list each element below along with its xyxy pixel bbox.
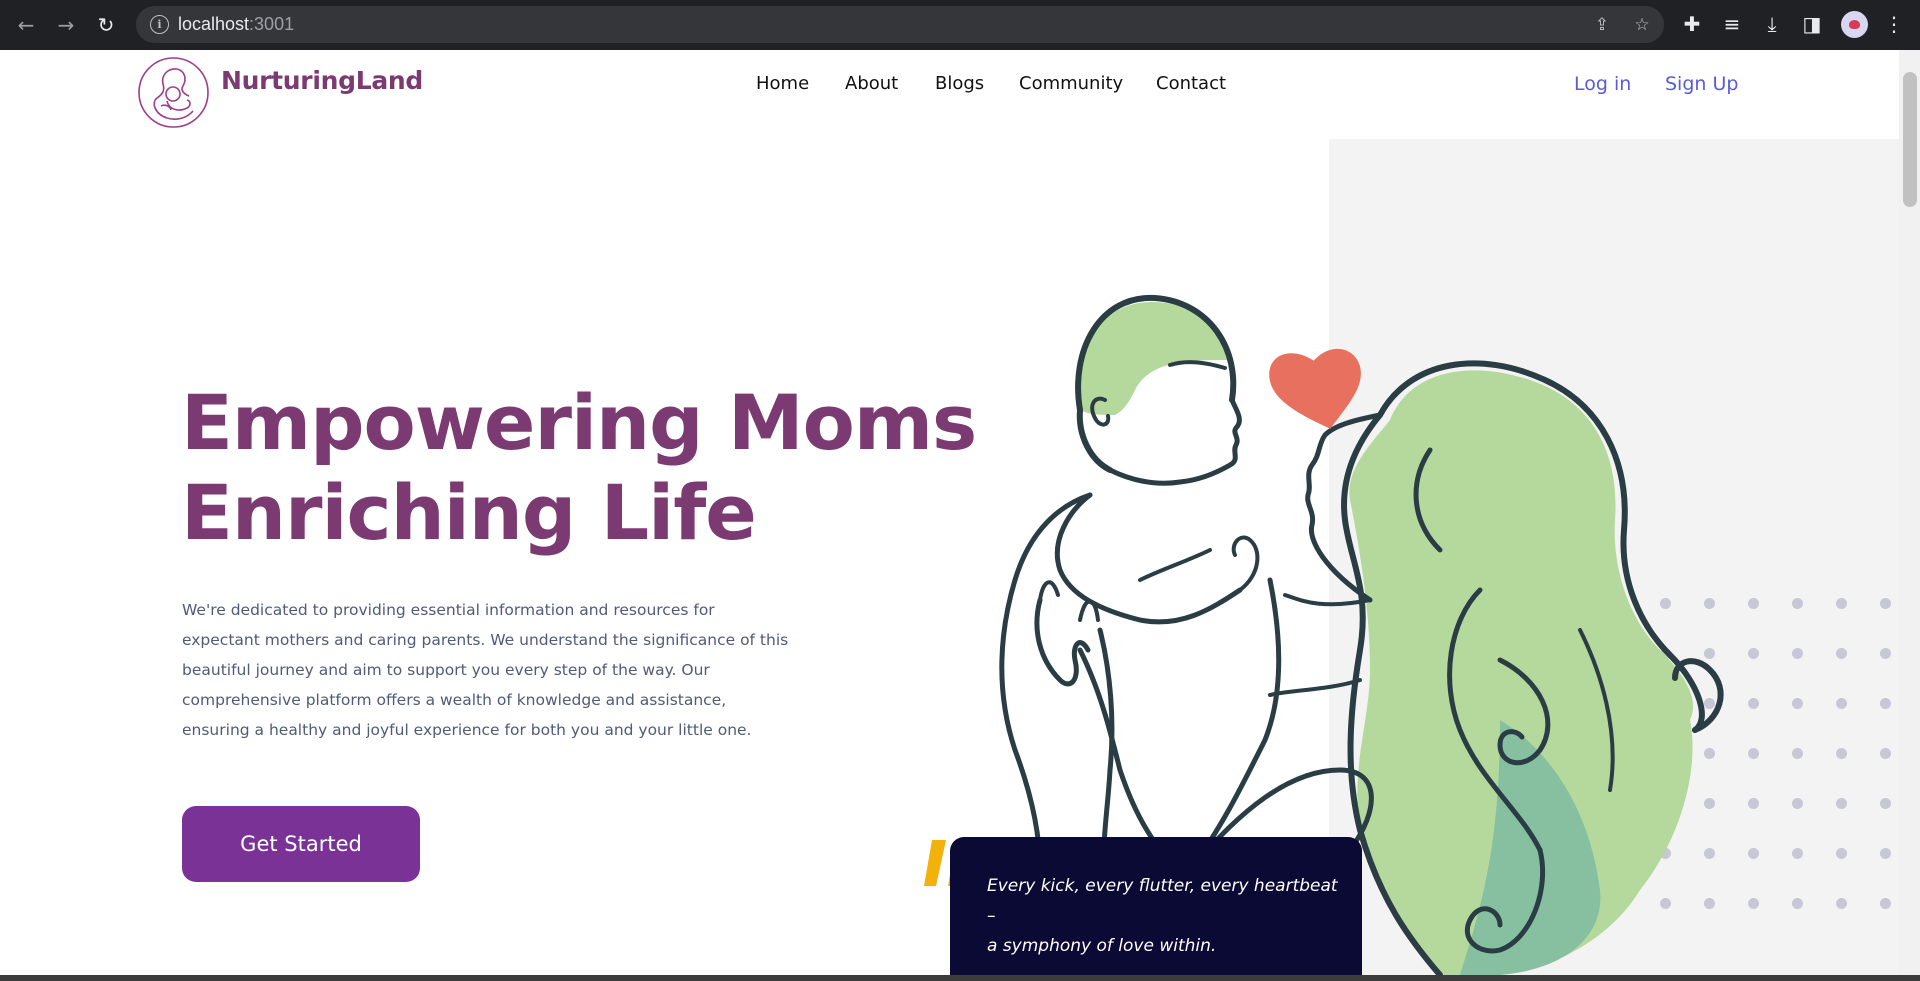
side-panel-icon[interactable]: ◨ (1800, 12, 1824, 36)
download-icon[interactable]: ⤓ (1760, 12, 1784, 36)
quote-line-2: a symphony of love within. (987, 936, 1217, 956)
profile-avatar[interactable] (1841, 11, 1868, 38)
scrollbar-thumb[interactable] (1903, 72, 1917, 207)
bookmark-star-icon[interactable]: ☆ (1632, 15, 1652, 35)
url-host: localhost (178, 14, 250, 34)
reload-icon[interactable]: ↻ (92, 11, 120, 39)
media-queue-icon[interactable]: ≡ (1720, 12, 1744, 36)
quote-line-1: Every kick, every flutter, every heartbe… (987, 876, 1338, 926)
address-bar[interactable]: i localhost:3001 ⇪ ☆ (136, 6, 1664, 43)
browser-toolbar: ← → ↻ i localhost:3001 ⇪ ☆ ✚ ≡ ⤓ ◨ ⋮ (0, 0, 1920, 50)
share-icon[interactable]: ⇪ (1592, 15, 1612, 35)
get-started-button[interactable]: Get Started (182, 806, 420, 882)
window-bottom-edge (0, 975, 1920, 981)
signup-link[interactable]: Sign Up (1665, 73, 1738, 95)
forward-icon[interactable]: → (52, 11, 80, 39)
nav-home[interactable]: Home (756, 73, 809, 94)
login-link[interactable]: Log in (1574, 73, 1631, 95)
page-scrollbar[interactable] (1899, 50, 1920, 975)
url-port: :3001 (249, 14, 295, 34)
headline-line-2: Enriching Life (181, 468, 757, 557)
menu-kebab-icon[interactable]: ⋮ (1882, 12, 1906, 36)
nav-about[interactable]: About (845, 73, 898, 94)
quote-card: Every kick, every flutter, every heartbe… (950, 837, 1362, 975)
page-viewport: NurturingLand Home About Blogs Community… (0, 50, 1920, 975)
extensions-puzzle-icon[interactable]: ✚ (1680, 12, 1704, 36)
back-icon[interactable]: ← (12, 11, 40, 39)
hero-description: We're dedicated to providing essential i… (182, 601, 789, 739)
nav-blogs[interactable]: Blogs (935, 73, 984, 94)
nav-contact[interactable]: Contact (1156, 73, 1226, 94)
hero-headline: Empowering Moms Enriching Life (181, 378, 977, 558)
headline-line-1: Empowering Moms (181, 378, 977, 467)
url-text[interactable]: localhost:3001 (178, 14, 294, 35)
quote-text: Every kick, every flutter, every heartbe… (987, 871, 1347, 961)
brand-name[interactable]: NurturingLand (221, 66, 423, 95)
nav-community[interactable]: Community (1019, 73, 1123, 94)
mother-baby-logo-icon[interactable] (137, 56, 210, 129)
info-icon[interactable]: i (150, 15, 169, 34)
